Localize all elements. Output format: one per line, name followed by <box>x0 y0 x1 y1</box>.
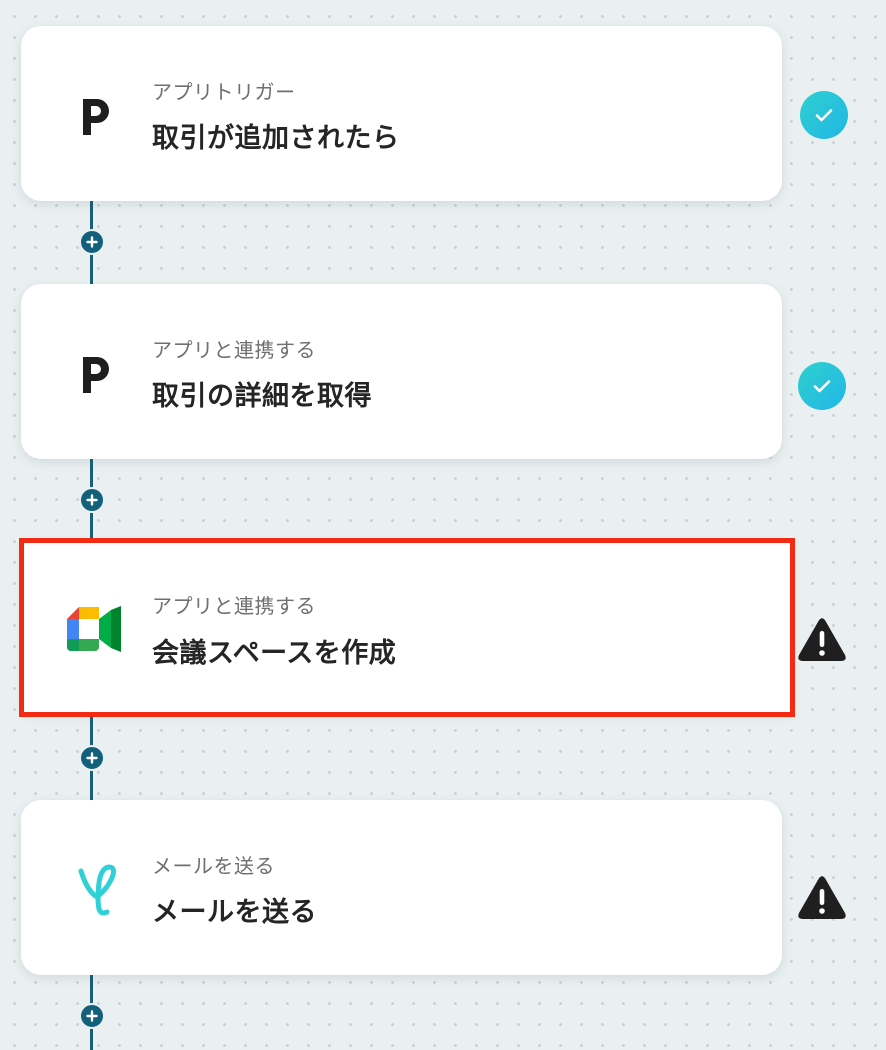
add-step-button[interactable] <box>79 487 105 513</box>
add-step-button[interactable] <box>79 229 105 255</box>
step-status-warning <box>796 872 848 924</box>
google-meet-icon <box>62 597 126 661</box>
step-status-complete <box>798 89 850 141</box>
pipedrive-icon <box>65 82 129 146</box>
step-title: メールを送る <box>152 897 317 928</box>
step-type-label: アプリトリガー <box>152 80 296 104</box>
flow-step-card[interactable]: アプリトリガー 取引が追加されたら <box>21 26 782 201</box>
plus-icon <box>86 236 98 248</box>
step-type-label: アプリと連携する <box>152 594 316 618</box>
warning-icon <box>798 618 846 661</box>
warning-icon <box>798 876 846 919</box>
flow-step-card-highlighted[interactable]: アプリと連携する 会議スペースを作成 <box>19 538 795 717</box>
step-status-warning <box>796 614 848 666</box>
check-icon <box>813 380 831 393</box>
step-type-label: メールを送る <box>152 854 275 878</box>
plus-icon <box>86 752 98 764</box>
flow-step-card[interactable]: メールを送る メールを送る <box>21 800 782 975</box>
step-type-label: アプリと連携する <box>152 338 316 362</box>
check-icon <box>815 109 833 122</box>
step-title: 会議スペースを作成 <box>152 638 397 669</box>
step-title: 取引の詳細を取得 <box>152 381 372 412</box>
plus-icon <box>86 1010 98 1022</box>
add-step-button[interactable] <box>79 1003 105 1029</box>
step-title: 取引が追加されたら <box>152 123 400 154</box>
step-status-complete <box>796 360 848 412</box>
mail-icon <box>67 855 131 919</box>
add-step-button[interactable] <box>79 745 105 771</box>
flow-step-card[interactable]: アプリと連携する 取引の詳細を取得 <box>21 284 782 459</box>
plus-icon <box>86 494 98 506</box>
pipedrive-icon <box>65 340 129 404</box>
